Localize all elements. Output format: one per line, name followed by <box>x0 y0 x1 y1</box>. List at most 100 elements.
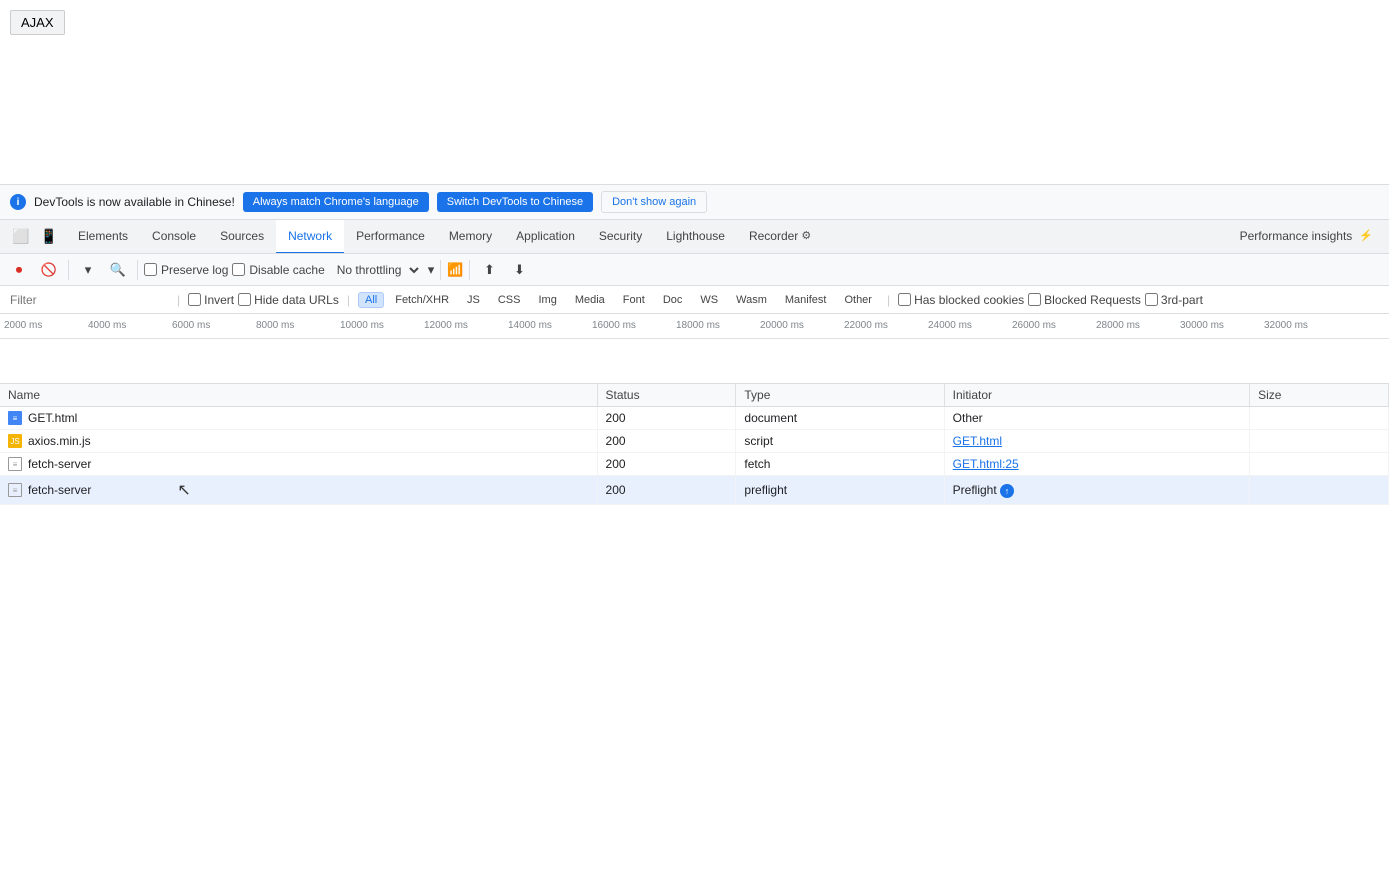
row-status: 200 <box>597 476 736 505</box>
row-initiator: GET.html:25 <box>944 453 1249 476</box>
tab-application[interactable]: Application <box>504 220 587 254</box>
invert-checkbox-label[interactable]: Invert <box>188 293 234 307</box>
stop-button[interactable]: 🚫 <box>36 257 62 283</box>
table-row[interactable]: JS axios.min.js 200 script GET.html <box>0 430 1389 453</box>
upload-icon-btn[interactable]: ⬆ <box>476 257 502 283</box>
blocked-requests-checkbox[interactable] <box>1028 293 1041 306</box>
filter-type-doc[interactable]: Doc <box>656 292 690 308</box>
table-row[interactable]: ≡ fetch-server 200 fetch GET.html:25 <box>0 453 1389 476</box>
ajax-button[interactable]: AJAX <box>10 10 65 35</box>
filter-type-media[interactable]: Media <box>568 292 612 308</box>
match-language-button[interactable]: Always match Chrome's language <box>243 192 429 212</box>
tab-bar: ⬜ 📱 Elements Console Sources Network Per… <box>0 220 1389 254</box>
filter-bar: | Invert Hide data URLs | All Fetch/XHR … <box>0 286 1389 314</box>
preserve-log-checkbox-label[interactable]: Preserve log <box>144 263 228 277</box>
tab-memory[interactable]: Memory <box>437 220 504 254</box>
cursor-indicator: ↖ <box>177 480 190 500</box>
filter-icon-btn[interactable]: ▾ <box>75 257 101 283</box>
tick-24000: 24000 ms <box>924 320 1008 331</box>
tick-8000: 8000 ms <box>252 320 336 331</box>
network-table: Name Status Type Initiator Size ≡ GET.ht… <box>0 384 1389 881</box>
blocked-requests-label[interactable]: Blocked Requests <box>1028 293 1141 307</box>
tick-26000: 26000 ms <box>1008 320 1092 331</box>
row-type: fetch <box>736 453 944 476</box>
filter-input[interactable] <box>6 291 169 309</box>
fetch-icon: ≡ <box>8 483 22 497</box>
tick-2000: 2000 ms <box>0 320 84 331</box>
notification-message: DevTools is now available in Chinese! <box>34 195 235 209</box>
tab-lighthouse[interactable]: Lighthouse <box>654 220 737 254</box>
info-icon: i <box>10 194 26 210</box>
filter-separator-3: | <box>887 293 890 307</box>
col-type[interactable]: Type <box>736 384 944 407</box>
filter-type-img[interactable]: Img <box>531 292 563 308</box>
row-initiator: GET.html <box>944 430 1249 453</box>
third-party-label[interactable]: 3rd-part <box>1145 293 1203 307</box>
search-icon-btn[interactable]: 🔍 <box>105 257 131 283</box>
third-party-checkbox[interactable] <box>1145 293 1158 306</box>
tick-32000: 32000 ms <box>1260 320 1344 331</box>
toolbar-separator-3 <box>440 260 441 280</box>
row-size <box>1250 453 1389 476</box>
record-button[interactable]: ⏺ <box>6 257 32 283</box>
doc-icon: ≡ <box>8 411 22 425</box>
row-size <box>1250 430 1389 453</box>
dont-show-again-button[interactable]: Don't show again <box>601 191 707 213</box>
tab-sources[interactable]: Sources <box>208 220 276 254</box>
download-icon-btn[interactable]: ⬇ <box>506 257 532 283</box>
row-status: 200 <box>597 430 736 453</box>
tab-elements[interactable]: Elements <box>66 220 140 254</box>
notification-bar: i DevTools is now available in Chinese! … <box>0 185 1389 220</box>
filter-type-ws[interactable]: WS <box>693 292 725 308</box>
row-name: ≡ fetch-server ↖ <box>0 476 597 505</box>
filter-separator-1: | <box>177 293 180 307</box>
preserve-log-checkbox[interactable] <box>144 263 157 276</box>
tab-performance[interactable]: Performance <box>344 220 437 254</box>
tick-18000: 18000 ms <box>672 320 756 331</box>
row-type: document <box>736 407 944 430</box>
col-name[interactable]: Name <box>0 384 597 407</box>
tab-security[interactable]: Security <box>587 220 654 254</box>
invert-checkbox[interactable] <box>188 293 201 306</box>
col-size[interactable]: Size <box>1250 384 1389 407</box>
table-row[interactable]: ≡ GET.html 200 document Other <box>0 407 1389 430</box>
has-blocked-cookies-checkbox[interactable] <box>898 293 911 306</box>
filter-type-css[interactable]: CSS <box>491 292 528 308</box>
hide-data-urls-checkbox-label[interactable]: Hide data URLs <box>238 293 339 307</box>
row-name: ≡ fetch-server <box>0 453 597 476</box>
switch-language-button[interactable]: Switch DevTools to Chinese <box>437 192 593 212</box>
tick-10000: 10000 ms <box>336 320 420 331</box>
throttle-select[interactable]: No throttling <box>329 260 422 280</box>
filter-type-font[interactable]: Font <box>616 292 652 308</box>
filter-type-all[interactable]: All <box>358 292 384 308</box>
inspect-icon[interactable]: ⬜ <box>10 226 32 248</box>
filter-type-manifest[interactable]: Manifest <box>778 292 834 308</box>
page-area: AJAX <box>0 0 1389 185</box>
disable-cache-checkbox[interactable] <box>232 263 245 276</box>
table-row[interactable]: ≡ fetch-server ↖ 200 preflight Preflight… <box>0 476 1389 505</box>
tick-28000: 28000 ms <box>1092 320 1176 331</box>
tab-performance-insights[interactable]: Performance insights ⚡ <box>1228 220 1385 254</box>
filter-type-fetch-xhr[interactable]: Fetch/XHR <box>388 292 456 308</box>
tab-console[interactable]: Console <box>140 220 208 254</box>
perf-insights-icon: ⚡ <box>1359 229 1373 242</box>
col-status[interactable]: Status <box>597 384 736 407</box>
disable-cache-checkbox-label[interactable]: Disable cache <box>232 263 324 277</box>
filter-type-other[interactable]: Other <box>837 292 879 308</box>
tick-30000: 30000 ms <box>1176 320 1260 331</box>
timeline-waterfall[interactable] <box>0 339 1389 384</box>
hide-data-urls-checkbox[interactable] <box>238 293 251 306</box>
initiator-link[interactable]: GET.html:25 <box>953 457 1019 471</box>
tab-network[interactable]: Network <box>276 220 344 254</box>
row-name: JS axios.min.js <box>0 430 597 453</box>
initiator-link[interactable]: GET.html <box>953 434 1002 448</box>
tick-16000: 16000 ms <box>588 320 672 331</box>
fetch-icon: ≡ <box>8 457 22 471</box>
col-initiator[interactable]: Initiator <box>944 384 1249 407</box>
tick-20000: 20000 ms <box>756 320 840 331</box>
tab-recorder[interactable]: Recorder ⚙ <box>737 220 823 254</box>
filter-type-js[interactable]: JS <box>460 292 487 308</box>
filter-type-wasm[interactable]: Wasm <box>729 292 774 308</box>
device-toolbar-icon[interactable]: 📱 <box>38 226 60 248</box>
has-blocked-cookies-label[interactable]: Has blocked cookies <box>898 293 1024 307</box>
